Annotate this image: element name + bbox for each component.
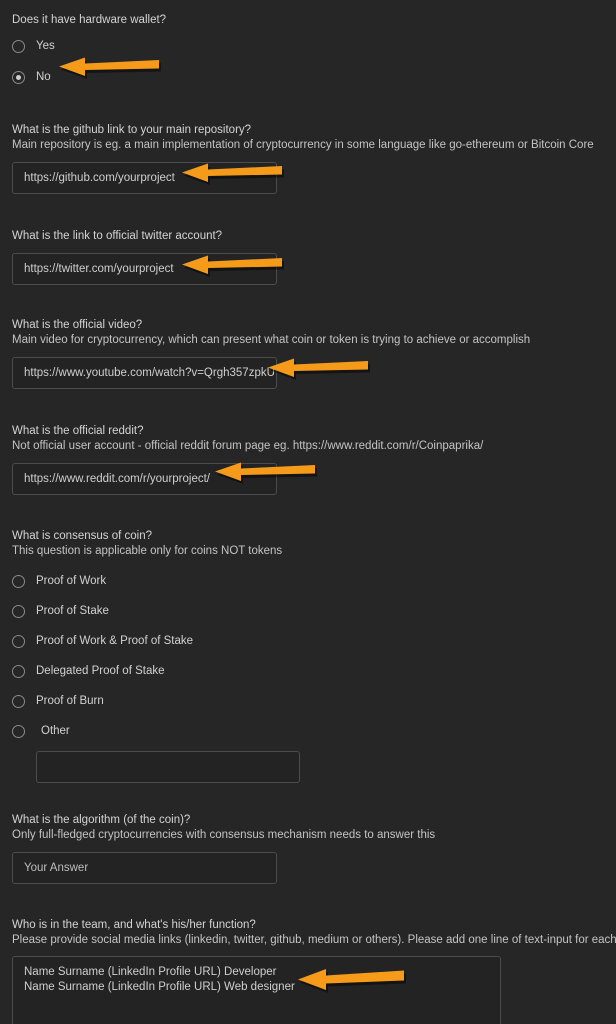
radio-icon[interactable] xyxy=(12,694,25,708)
algorithm-input[interactable]: Your Answer xyxy=(12,852,277,884)
radio-icon[interactable] xyxy=(12,634,25,648)
radio-option-proof-of-stake[interactable]: Proof of Stake xyxy=(12,600,300,622)
question-title: What is the github link to your main rep… xyxy=(12,124,252,136)
radio-option-yes[interactable]: Yes xyxy=(12,35,166,57)
radio-icon[interactable] xyxy=(12,39,25,53)
textarea-line: Name Surname (LinkedIn Profile URL) Web … xyxy=(24,981,295,993)
radio-label: Proof of Stake xyxy=(36,605,109,617)
question-title: What is the official video? xyxy=(12,319,143,331)
twitter-url-input[interactable]: https://twitter.com/yourproject xyxy=(12,253,277,285)
radio-option-other[interactable]: Other xyxy=(12,720,300,742)
input-value: https://www.reddit.com/r/yourproject/ xyxy=(24,473,210,485)
question-subtitle: Please provide social media links (linke… xyxy=(12,934,616,946)
question-hardware-wallet: Does it have hardware wallet? Yes No xyxy=(12,13,166,88)
radio-icon[interactable] xyxy=(12,604,25,618)
question-title: Does it have hardware wallet? xyxy=(12,14,167,26)
question-github-link: What is the github link to your main rep… xyxy=(12,123,594,194)
question-title: What is the algorithm (of the coin)? xyxy=(12,814,191,826)
question-subtitle: Only full-fledged cryptocurrencies with … xyxy=(12,829,436,841)
question-subtitle: This question is applicable only for coi… xyxy=(12,545,283,557)
video-url-input[interactable]: https://www.youtube.com/watch?v=Qrgh357z… xyxy=(12,357,277,389)
question-title: What is the official reddit? xyxy=(12,425,144,437)
radio-label: Other xyxy=(41,725,70,737)
radio-option-no[interactable]: No xyxy=(12,66,166,88)
textarea-line: Name Surname (LinkedIn Profile URL) Deve… xyxy=(24,966,277,978)
question-title: What is the link to official twitter acc… xyxy=(12,230,223,242)
question-consensus: What is consensus of coin? This question… xyxy=(12,529,300,783)
input-value: https://twitter.com/yourproject xyxy=(24,263,174,275)
other-consensus-input[interactable] xyxy=(36,751,300,783)
question-title: What is consensus of coin? xyxy=(12,530,152,542)
question-subtitle: Main repository is eg. a main implementa… xyxy=(12,139,594,151)
radio-icon-selected[interactable] xyxy=(12,70,25,84)
question-official-reddit: What is the official reddit? Not officia… xyxy=(12,424,483,495)
form-page: Does it have hardware wallet? Yes No Wha… xyxy=(0,0,616,1024)
input-value: https://www.youtube.com/watch?v=Qrgh357z… xyxy=(24,367,275,379)
github-url-input[interactable]: https://github.com/yourproject xyxy=(12,162,277,194)
input-value: https://github.com/yourproject xyxy=(24,172,175,184)
radio-label: Proof of Work & Proof of Stake xyxy=(36,635,194,647)
question-team: Who is in the team, and what's his/her f… xyxy=(12,918,616,1024)
radio-label: Proof of Burn xyxy=(36,695,104,707)
question-title: Who is in the team, and what's his/her f… xyxy=(12,919,256,931)
radio-label: Proof of Work xyxy=(36,575,107,587)
question-official-video: What is the official video? Main video f… xyxy=(12,318,530,389)
radio-label: No xyxy=(36,71,51,83)
team-textarea[interactable]: Name Surname (LinkedIn Profile URL) Deve… xyxy=(12,956,501,1024)
question-twitter-link: What is the link to official twitter acc… xyxy=(12,229,277,285)
question-subtitle: Not official user account - official red… xyxy=(12,440,484,452)
reddit-url-input[interactable]: https://www.reddit.com/r/yourproject/ xyxy=(12,463,277,495)
question-algorithm: What is the algorithm (of the coin)? Onl… xyxy=(12,813,435,884)
question-subtitle: Main video for cryptocurrency, which can… xyxy=(12,334,531,346)
radio-icon[interactable] xyxy=(12,574,25,588)
radio-option-pow-and-pos[interactable]: Proof of Work & Proof of Stake xyxy=(12,630,300,652)
input-placeholder: Your Answer xyxy=(24,862,89,874)
radio-option-proof-of-burn[interactable]: Proof of Burn xyxy=(12,690,300,712)
radio-option-delegated-proof-of-stake[interactable]: Delegated Proof of Stake xyxy=(12,660,300,682)
radio-label: Yes xyxy=(36,40,55,52)
radio-option-proof-of-work[interactable]: Proof of Work xyxy=(12,570,300,592)
radio-icon[interactable] xyxy=(12,664,25,678)
radio-label: Delegated Proof of Stake xyxy=(36,665,165,677)
radio-icon[interactable] xyxy=(12,724,25,738)
